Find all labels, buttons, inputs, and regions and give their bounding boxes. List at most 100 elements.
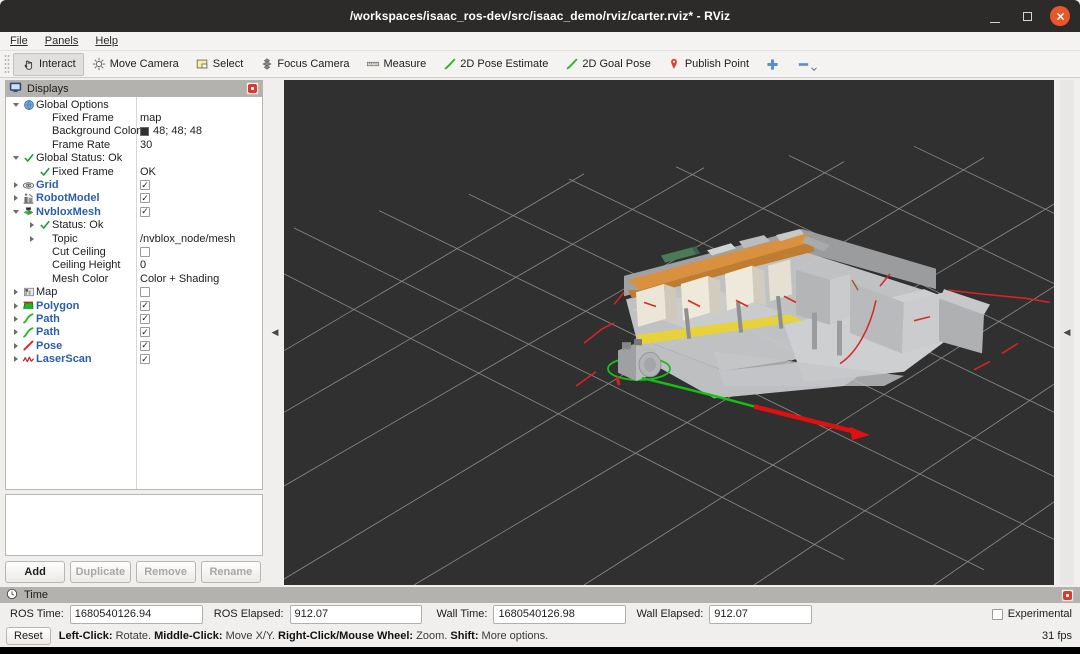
tree-row-background-color[interactable]: Background Color48; 48; 48 bbox=[6, 125, 262, 138]
tree-item-value[interactable] bbox=[140, 247, 150, 257]
tree-row-fixed-frame[interactable]: Fixed FrameOK bbox=[6, 165, 262, 178]
add-tool-button[interactable] bbox=[757, 53, 788, 76]
displays-tree[interactable]: Global OptionsFixed FramemapBackground C… bbox=[5, 97, 263, 490]
tree-item-value[interactable]: Color + Shading bbox=[140, 273, 219, 285]
checkbox-checked[interactable]: ✓ bbox=[140, 180, 150, 190]
toolbar-grip[interactable] bbox=[4, 54, 10, 74]
tree-row-map[interactable]: Map bbox=[6, 285, 262, 298]
ros-elapsed-input[interactable]: 912.07 bbox=[290, 605, 422, 624]
tree-row-laserscan[interactable]: LaserScan✓ bbox=[6, 352, 262, 365]
reset-button[interactable]: Reset bbox=[6, 627, 51, 645]
experimental-checkbox[interactable] bbox=[992, 609, 1003, 620]
chevron-right-icon[interactable] bbox=[10, 356, 21, 362]
time-panel-close-button[interactable] bbox=[1061, 589, 1074, 602]
remove-button[interactable]: Remove bbox=[136, 561, 196, 583]
duplicate-button[interactable]: Duplicate bbox=[70, 561, 130, 583]
checkbox-unchecked[interactable] bbox=[140, 247, 150, 257]
tree-row-polygon[interactable]: Polygon✓ bbox=[6, 299, 262, 312]
left-splitter-handle[interactable]: ◀ bbox=[266, 80, 284, 585]
tree-item-value[interactable]: ✓ bbox=[140, 341, 150, 351]
checkbox-checked[interactable]: ✓ bbox=[140, 207, 150, 217]
chevron-right-icon[interactable] bbox=[10, 343, 21, 349]
tree-row-pose[interactable]: Pose✓ bbox=[6, 339, 262, 352]
close-button[interactable] bbox=[1050, 6, 1070, 26]
checkbox-checked[interactable]: ✓ bbox=[140, 327, 150, 337]
tree-item-value[interactable]: ✓ bbox=[140, 207, 150, 217]
tree-item-value[interactable]: ✓ bbox=[140, 354, 150, 364]
menu-file[interactable]: File bbox=[10, 35, 28, 47]
displays-panel-close-button[interactable] bbox=[246, 82, 259, 95]
tree-row-frame-rate[interactable]: Frame Rate30 bbox=[6, 138, 262, 151]
tree-row-path[interactable]: Path✓ bbox=[6, 326, 262, 339]
tool-2d-pose-estimate[interactable]: 2D Pose Estimate bbox=[434, 53, 556, 76]
tree-item-value[interactable]: 48; 48; 48 bbox=[140, 125, 202, 137]
maximize-button[interactable] bbox=[1018, 7, 1036, 25]
chevron-right-icon[interactable] bbox=[10, 182, 21, 188]
tree-item-value[interactable]: /nvblox_node/mesh bbox=[140, 233, 235, 245]
add-button[interactable]: Add bbox=[5, 561, 65, 583]
tree-row-path[interactable]: Path✓ bbox=[6, 312, 262, 325]
checkbox-checked[interactable]: ✓ bbox=[140, 314, 150, 324]
chevron-right-icon[interactable] bbox=[10, 303, 21, 309]
experimental-toggle[interactable]: Experimental bbox=[992, 608, 1072, 620]
tree-item-value[interactable]: ✓ bbox=[140, 314, 150, 324]
tool-interact[interactable]: Interact bbox=[13, 53, 84, 76]
tool-focus-camera[interactable]: Focus Camera bbox=[251, 53, 357, 76]
render-view-3d[interactable] bbox=[284, 80, 1054, 585]
checkbox-checked[interactable]: ✓ bbox=[140, 354, 150, 364]
rename-button[interactable]: Rename bbox=[201, 561, 261, 583]
ros-time-input[interactable]: 1680540126.94 bbox=[70, 605, 203, 624]
right-splitter-handle[interactable]: ◀ bbox=[1054, 80, 1080, 585]
tree-item-value[interactable] bbox=[140, 287, 150, 297]
minimize-button[interactable] bbox=[986, 7, 1004, 25]
tree-item-value[interactable]: map bbox=[140, 112, 161, 124]
color-swatch[interactable] bbox=[140, 127, 149, 136]
tree-item-value[interactable]: ✓ bbox=[140, 193, 150, 203]
chevron-down-icon[interactable] bbox=[10, 103, 21, 107]
tool-select[interactable]: Select bbox=[187, 53, 252, 76]
tree-row-nvbloxmesh[interactable]: NvbloxMesh✓ bbox=[6, 205, 262, 218]
chevron-right-icon[interactable] bbox=[10, 195, 21, 201]
tree-row-mesh-color[interactable]: Mesh ColorColor + Shading bbox=[6, 272, 262, 285]
tree-item-value[interactable]: 30 bbox=[140, 139, 152, 151]
chevron-right-icon[interactable] bbox=[26, 222, 37, 228]
wall-time-input[interactable]: 1680540126.98 bbox=[493, 605, 626, 624]
tree-row-grid[interactable]: Grid✓ bbox=[6, 178, 262, 191]
tree-item-value[interactable]: ✓ bbox=[140, 327, 150, 337]
chevron-right-icon[interactable] bbox=[10, 316, 21, 322]
tree-row-status-ok[interactable]: Status: Ok bbox=[6, 219, 262, 232]
checkbox-unchecked[interactable] bbox=[140, 287, 150, 297]
menu-panels[interactable]: Panels bbox=[45, 35, 79, 47]
menu-help[interactable]: Help bbox=[95, 35, 118, 47]
wall-elapsed-input[interactable]: 912.07 bbox=[709, 605, 812, 624]
tree-row-global-options[interactable]: Global Options bbox=[6, 98, 262, 111]
tree-item-value[interactable]: ✓ bbox=[140, 180, 150, 190]
scene-svg bbox=[284, 80, 1054, 585]
tree-row-cut-ceiling[interactable]: Cut Ceiling bbox=[6, 245, 262, 258]
tree-row-topic[interactable]: Topic/nvblox_node/mesh bbox=[6, 232, 262, 245]
checkbox-checked[interactable]: ✓ bbox=[140, 341, 150, 351]
remove-tool-button[interactable] bbox=[788, 53, 819, 76]
chevron-down-icon[interactable] bbox=[10, 210, 21, 214]
tree-item-value[interactable]: OK bbox=[140, 166, 156, 178]
tool-move-camera-label: Move Camera bbox=[110, 58, 179, 70]
chevron-down-icon[interactable] bbox=[810, 63, 818, 75]
tree-item-value[interactable]: ✓ bbox=[140, 301, 150, 311]
tree-row-fixed-frame[interactable]: Fixed Framemap bbox=[6, 111, 262, 124]
tree-row-robotmodel[interactable]: RobotModel✓ bbox=[6, 192, 262, 205]
chevron-right-icon[interactable] bbox=[26, 236, 37, 242]
chevron-right-icon[interactable] bbox=[10, 289, 21, 295]
tool-2d-goal-pose[interactable]: 2D Goal Pose bbox=[556, 53, 658, 76]
chevron-down-icon[interactable] bbox=[10, 156, 21, 160]
tree-row-global-status-ok[interactable]: Global Status: Ok bbox=[6, 152, 262, 165]
tree-item-label: Background Color bbox=[52, 125, 140, 137]
checkbox-checked[interactable]: ✓ bbox=[140, 193, 150, 203]
checkbox-checked[interactable]: ✓ bbox=[140, 301, 150, 311]
tool-move-camera[interactable]: Move Camera bbox=[84, 53, 187, 76]
tool-measure[interactable]: Measure bbox=[357, 53, 434, 76]
tree-row-ceiling-height[interactable]: Ceiling Height0 bbox=[6, 259, 262, 272]
tree-item-value[interactable]: 0 bbox=[140, 259, 146, 271]
right-splitter-bar[interactable]: ◀ bbox=[1060, 80, 1074, 585]
chevron-right-icon[interactable] bbox=[10, 329, 21, 335]
tool-publish-point[interactable]: Publish Point bbox=[659, 53, 757, 76]
